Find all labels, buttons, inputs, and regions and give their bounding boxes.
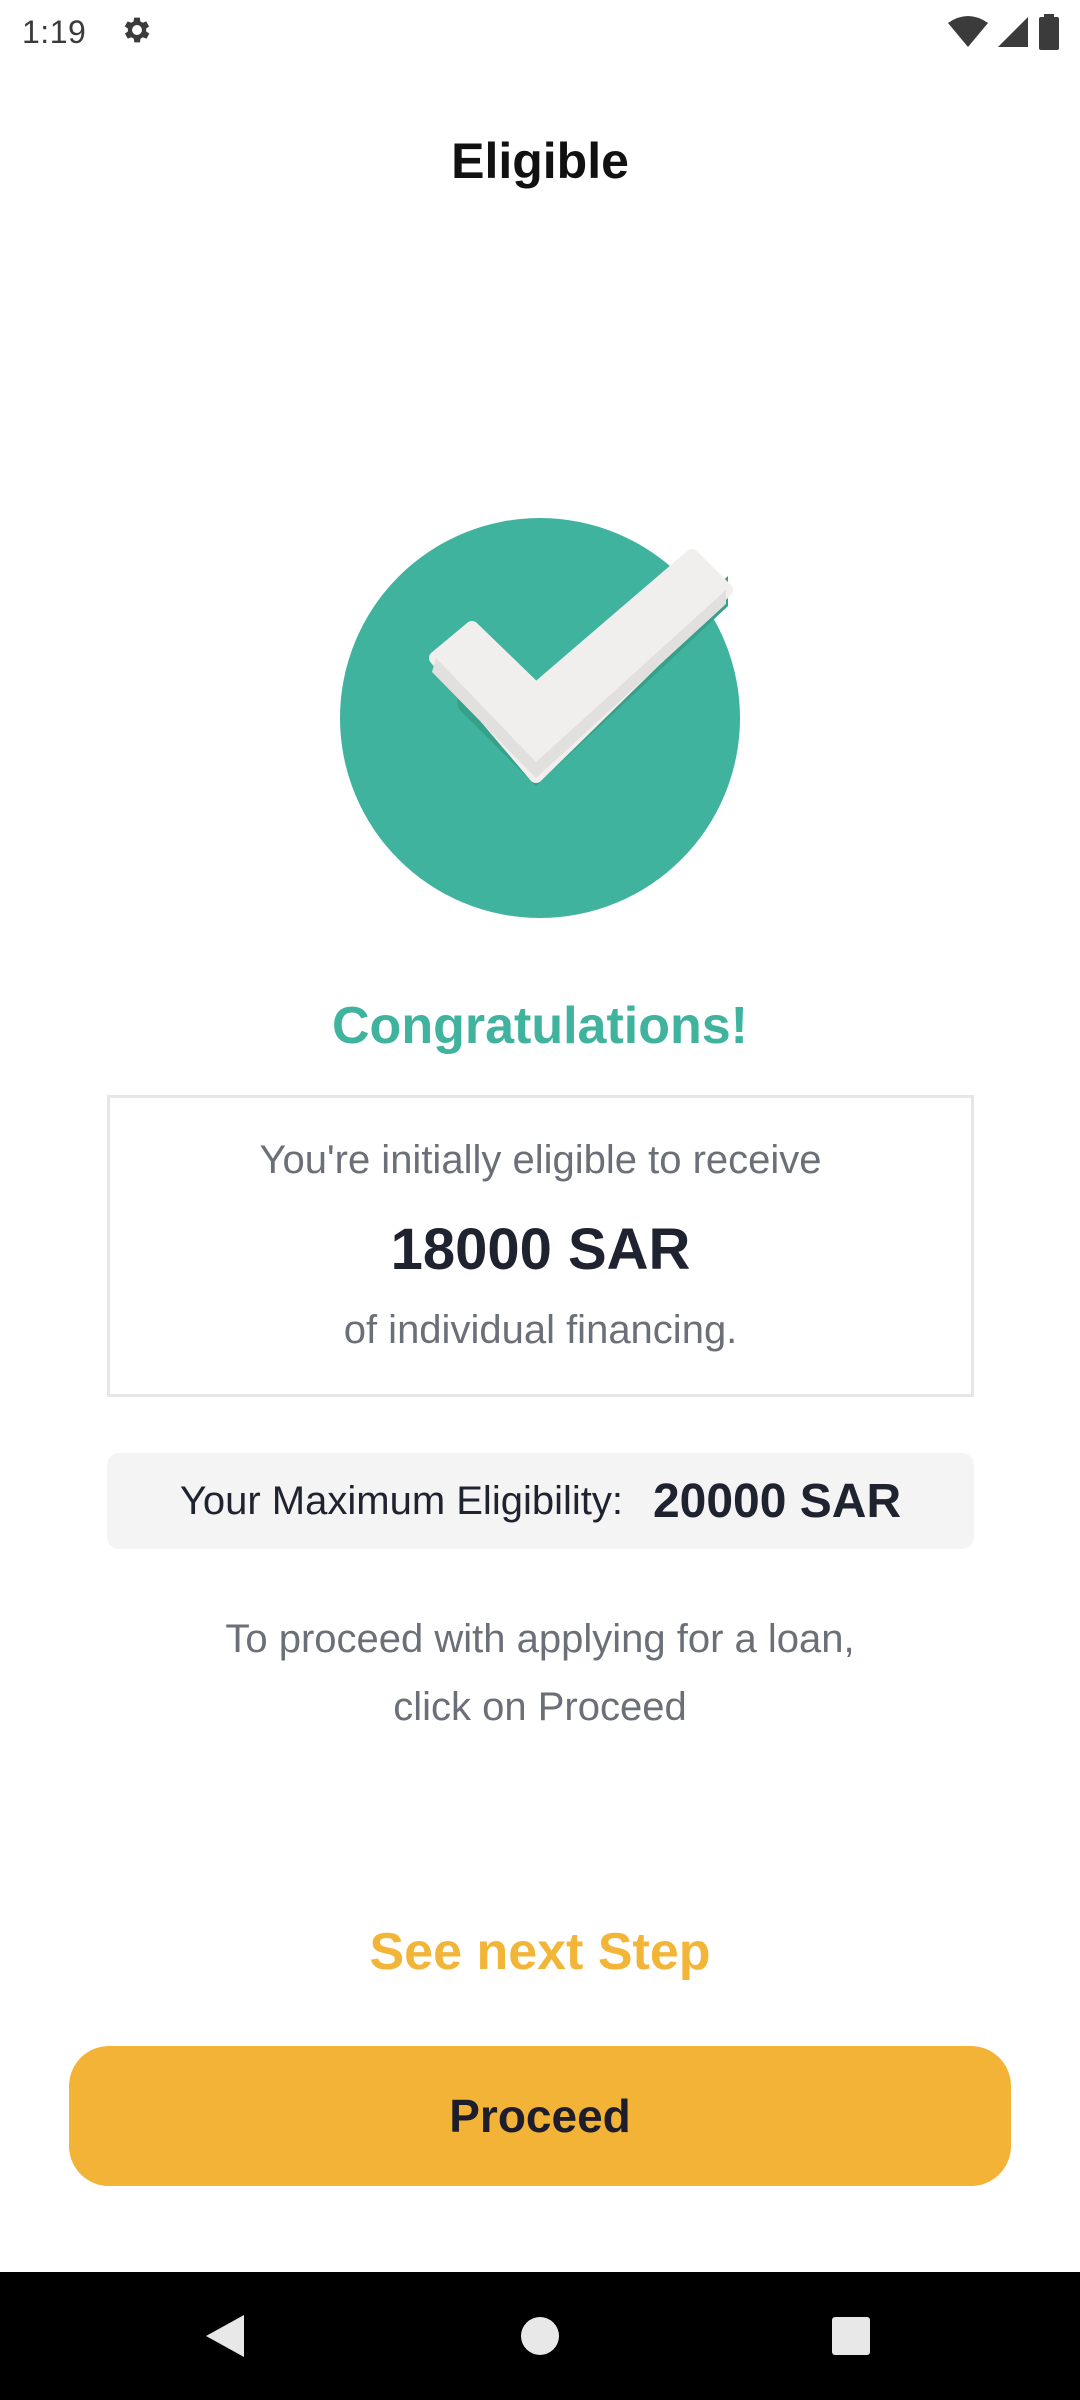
proceed-instructions: To proceed with applying for a loan, cli…	[0, 1605, 1080, 1741]
instructions-line-2: click on Proceed	[393, 1685, 687, 1729]
financing-type-text: of individual financing.	[343, 1308, 738, 1352]
settings-icon	[120, 13, 154, 52]
back-icon[interactable]	[180, 2272, 270, 2400]
battery-icon	[1038, 14, 1060, 50]
instructions-line-1: To proceed with applying for a loan,	[225, 1617, 855, 1661]
status-left: 1:19	[22, 13, 154, 52]
max-eligibility-label: Your Maximum Eligibility:	[179, 1478, 623, 1523]
eligible-amount: 18000 SAR	[390, 1217, 691, 1282]
system-nav-bar	[0, 2272, 1080, 2400]
see-next-step-link[interactable]: See next Step	[0, 1922, 1080, 1982]
eligibility-screen: 1:19 Eligible Congratulations! You're in…	[0, 0, 1080, 2400]
cell-signal-icon	[996, 15, 1030, 49]
congratulations-heading: Congratulations!	[332, 997, 748, 1055]
home-icon[interactable]	[495, 2272, 585, 2400]
eligibility-card: You're initially eligible to receive 180…	[107, 1095, 974, 1397]
wifi-icon	[948, 15, 988, 49]
status-icons	[948, 14, 1060, 50]
status-bar: 1:19	[0, 0, 1080, 64]
page-title: Eligible	[451, 133, 629, 189]
recents-icon[interactable]	[806, 2272, 896, 2400]
max-eligibility-value: 20000 SAR	[652, 1474, 902, 1528]
eligibility-intro-text: You're initially eligible to receive	[259, 1138, 822, 1182]
check-circle-icon	[340, 518, 740, 918]
max-eligibility-row: Your Maximum Eligibility: 20000 SAR	[107, 1453, 974, 1549]
proceed-button[interactable]: Proceed	[69, 2046, 1011, 2186]
status-time: 1:19	[22, 13, 87, 50]
